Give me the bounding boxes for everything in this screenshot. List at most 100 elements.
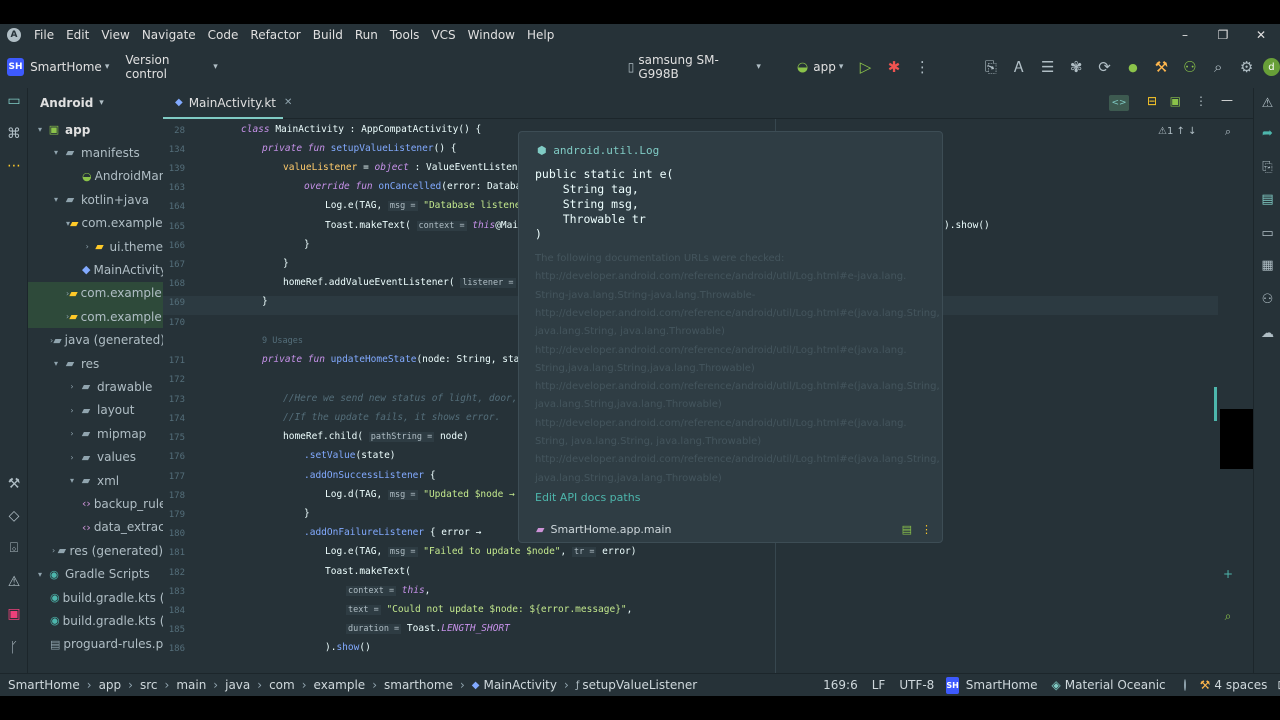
- tree-item[interactable]: ▾ ▰ manifests: [28, 141, 163, 164]
- tree-item[interactable]: ‹›backup_rules.xml: [28, 492, 163, 515]
- more-icon[interactable]: ⋮: [1195, 94, 1207, 108]
- menu-item-code[interactable]: Code: [202, 28, 245, 42]
- chevron-right-icon[interactable]: ›: [66, 453, 78, 462]
- search-icon[interactable]: ⌕: [1204, 58, 1232, 76]
- tree-item[interactable]: › ▰ drawable: [28, 375, 163, 398]
- menu-item-vcs[interactable]: VCS: [425, 28, 461, 42]
- menu-item-help[interactable]: Help: [521, 28, 560, 42]
- tree-item[interactable]: › ▰ mipmap: [28, 422, 163, 445]
- tree-item[interactable]: ◉build.gradle.kts (Module): [28, 609, 163, 632]
- tree-item[interactable]: ▾ ▰ kotlin+java: [28, 188, 163, 211]
- project-view-selector[interactable]: Android ▾: [28, 88, 163, 118]
- running-devices-icon[interactable]: ▭: [1254, 226, 1280, 241]
- theme-name[interactable]: Material Oceanic: [1065, 678, 1166, 692]
- menu-item-tools[interactable]: Tools: [384, 28, 426, 42]
- find-icon[interactable]: ⌕: [1218, 125, 1238, 139]
- terminal-icon[interactable]: ▣: [0, 606, 28, 622]
- breadcrumb-item[interactable]: setupValueListener: [582, 678, 697, 692]
- breadcrumb-item[interactable]: MainActivity: [483, 678, 557, 692]
- tree-item[interactable]: ▾ ▰ xml: [28, 469, 163, 492]
- status-project[interactable]: SmartHome: [966, 678, 1038, 692]
- tree-item[interactable]: ‹›data_extraction_rules.xml: [28, 516, 163, 539]
- menu-item-navigate[interactable]: Navigate: [136, 28, 202, 42]
- chevron-right-icon[interactable]: ›: [50, 546, 57, 555]
- tree-item[interactable]: ◒AndroidManifest.xml: [28, 165, 163, 188]
- run-config-selector[interactable]: app: [813, 60, 836, 74]
- zoom-icon[interactable]: ⌕: [1218, 609, 1238, 624]
- chevron-right-icon[interactable]: ›: [82, 242, 92, 251]
- tree-item[interactable]: ›▰com.example.smarthome: [28, 281, 163, 305]
- hierarchy-icon[interactable]: ⌘: [0, 126, 28, 142]
- add-icon[interactable]: +: [1218, 567, 1238, 581]
- chevron-right-icon[interactable]: ›: [66, 382, 78, 391]
- caret-position[interactable]: 169:6: [823, 678, 858, 692]
- menu-item-build[interactable]: Build: [307, 28, 349, 42]
- open-doc-icon[interactable]: ▤: [902, 523, 912, 536]
- chevron-right-icon[interactable]: ›: [66, 429, 78, 438]
- split-view-icon[interactable]: ⊟: [1147, 94, 1157, 108]
- cloud-icon[interactable]: ☁: [1254, 326, 1280, 341]
- chevron-down-icon[interactable]: ▾: [50, 195, 62, 204]
- breadcrumb-item[interactable]: app: [99, 678, 122, 692]
- settings-icon[interactable]: ⚙: [1232, 58, 1260, 76]
- assistant-icon[interactable]: ⚇: [1254, 292, 1280, 307]
- menu-item-window[interactable]: Window: [462, 28, 521, 42]
- tree-item[interactable]: ◆ MainActivity: [28, 258, 163, 281]
- tree-item[interactable]: ▤proguard-rules.pro: [28, 633, 163, 656]
- emulator-icon[interactable]: ▦: [1254, 258, 1280, 273]
- status-dot-icon[interactable]: ●: [1119, 61, 1147, 74]
- build-icon[interactable]: ⚒: [0, 476, 28, 492]
- menu-item-run[interactable]: Run: [349, 28, 384, 42]
- project-badge[interactable]: SH: [7, 58, 25, 76]
- chevron-down-icon[interactable]: ▾: [213, 62, 218, 72]
- more-icon[interactable]: ⋮: [921, 523, 932, 536]
- tree-item[interactable]: › ▰ java (generated): [28, 329, 163, 352]
- chevron-down-icon[interactable]: ▾: [839, 62, 844, 72]
- chevron-right-icon[interactable]: ›: [66, 406, 78, 415]
- indent-setting[interactable]: 4 spaces: [1214, 678, 1267, 692]
- translate-icon[interactable]: Ꭺ: [1005, 58, 1033, 76]
- minimize-icon[interactable]: –: [1166, 24, 1204, 46]
- tree-item[interactable]: ◉build.gradle.kts (Project): [28, 586, 163, 609]
- restore-icon[interactable]: ❐: [1204, 24, 1242, 46]
- gemini-icon[interactable]: ➦: [1254, 126, 1280, 141]
- android-assistant-icon[interactable]: ⚇: [1176, 58, 1204, 76]
- close-icon[interactable]: ✕: [1242, 24, 1280, 46]
- breadcrumb-item[interactable]: SmartHome: [8, 678, 80, 692]
- gem-icon[interactable]: ◇: [0, 508, 28, 524]
- more-icon[interactable]: ⋮: [908, 58, 936, 76]
- sync-icon[interactable]: ⟳: [1090, 58, 1118, 76]
- breadcrumb-item[interactable]: smarthome: [384, 678, 453, 692]
- file-encoding[interactable]: UTF-8: [899, 678, 934, 692]
- chevron-down-icon[interactable]: ▾: [66, 476, 78, 485]
- tree-item[interactable]: ▾ ◉ Gradle Scripts: [28, 563, 163, 586]
- notifications-icon[interactable]: ⚠: [1254, 96, 1280, 111]
- device-manager-icon[interactable]: ⎘: [977, 58, 1005, 76]
- tree-item[interactable]: › ▰ layout: [28, 399, 163, 422]
- chevron-down-icon[interactable]: ▾: [50, 359, 62, 368]
- tree-item[interactable]: ▾▰com.example.smarthome: [28, 212, 163, 235]
- chevron-down-icon[interactable]: ▾: [34, 125, 46, 134]
- menu-item-refactor[interactable]: Refactor: [244, 28, 306, 42]
- run-icon[interactable]: ▷: [851, 58, 879, 76]
- edit-api-docs-link[interactable]: Edit API docs paths: [535, 491, 640, 504]
- more-tools-icon[interactable]: ⋯: [0, 158, 28, 174]
- menu-item-file[interactable]: File: [28, 28, 60, 42]
- breadcrumb-item[interactable]: main: [176, 678, 206, 692]
- tree-item[interactable]: ▾ ▰ res: [28, 352, 163, 375]
- debug-icon[interactable]: ✱: [880, 58, 908, 76]
- app-inspection-icon[interactable]: ⚠: [0, 574, 28, 590]
- menu-item-edit[interactable]: Edit: [60, 28, 95, 42]
- tab-mainactivity[interactable]: ◆ MainActivity.kt ✕: [163, 88, 292, 119]
- git-icon[interactable]: ᚴ: [0, 640, 28, 656]
- device-manager-icon[interactable]: ▤: [1254, 192, 1280, 207]
- design-view-icon[interactable]: ▣: [1170, 94, 1181, 108]
- device-selector[interactable]: samsung SM-G998B: [638, 53, 753, 81]
- breadcrumb-item[interactable]: java: [225, 678, 250, 692]
- inspection-widget[interactable]: ⚠1 ↑ ↓: [1158, 126, 1196, 137]
- breadcrumb-item[interactable]: com: [269, 678, 295, 692]
- hide-icon[interactable]: —: [1221, 93, 1233, 107]
- build-tools-icon[interactable]: ⚒: [1147, 58, 1175, 76]
- chevron-down-icon[interactable]: ▾: [50, 148, 62, 157]
- menu-item-view[interactable]: View: [95, 28, 135, 42]
